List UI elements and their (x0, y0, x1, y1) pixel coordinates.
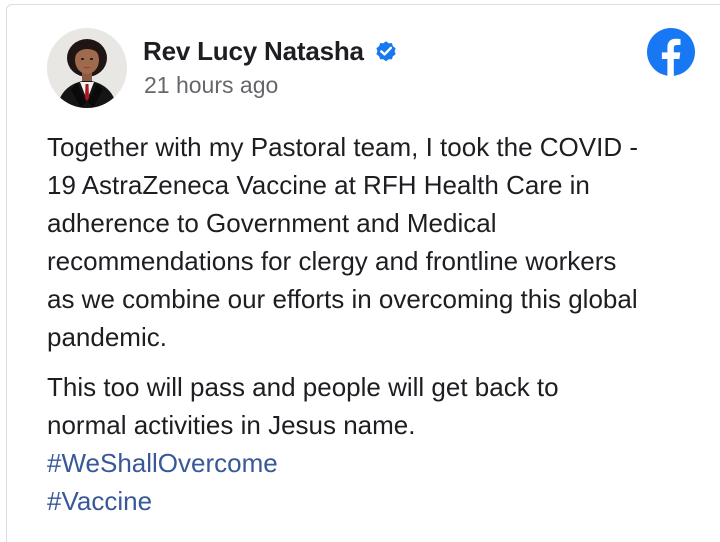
post-header: Rev Lucy Natasha (143, 34, 398, 68)
profile-photo (47, 28, 127, 108)
hashtag-link[interactable]: #Vaccine (47, 482, 707, 520)
facebook-icon (647, 28, 695, 76)
post-paragraph: Together with my Pastoral team, I took t… (47, 132, 639, 352)
hashtag-link[interactable]: #WeShallOvercome (47, 444, 707, 482)
verified-badge-icon (374, 39, 398, 63)
author-avatar[interactable] (47, 28, 127, 108)
author-name[interactable]: Rev Lucy Natasha (143, 36, 364, 67)
post-paragraph: This too will pass and people will get b… (47, 372, 559, 440)
hashtag-list: #WeShallOvercome #Vaccine (47, 444, 707, 520)
post-timestamp[interactable]: 21 hours ago (144, 72, 278, 99)
post-body: Together with my Pastoral team, I took t… (47, 128, 707, 520)
